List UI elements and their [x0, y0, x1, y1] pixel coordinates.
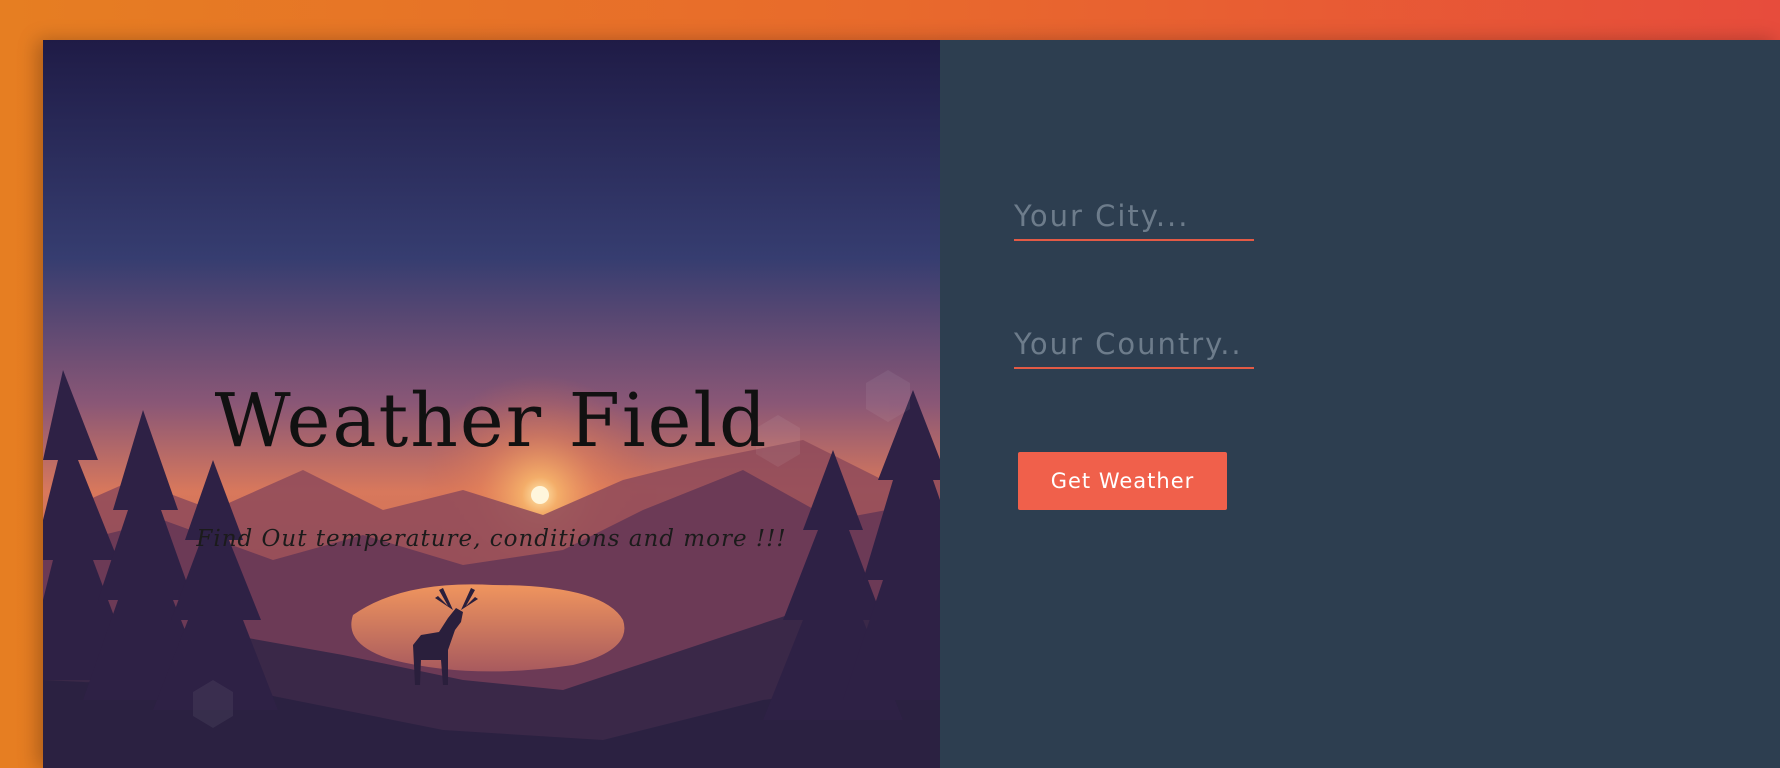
city-input[interactable]: [1014, 195, 1254, 241]
get-weather-button[interactable]: Get Weather: [1018, 452, 1227, 510]
hero-section: Weather Field Find Out temperature, cond…: [43, 40, 940, 768]
app-frame: Weather Field Find Out temperature, cond…: [43, 40, 1780, 768]
weather-form-panel: Get Weather: [940, 40, 1780, 768]
country-input[interactable]: [1014, 323, 1254, 369]
hero-title: Weather Field: [214, 378, 769, 464]
hero-subtitle: Find Out temperature, conditions and mor…: [196, 526, 787, 552]
